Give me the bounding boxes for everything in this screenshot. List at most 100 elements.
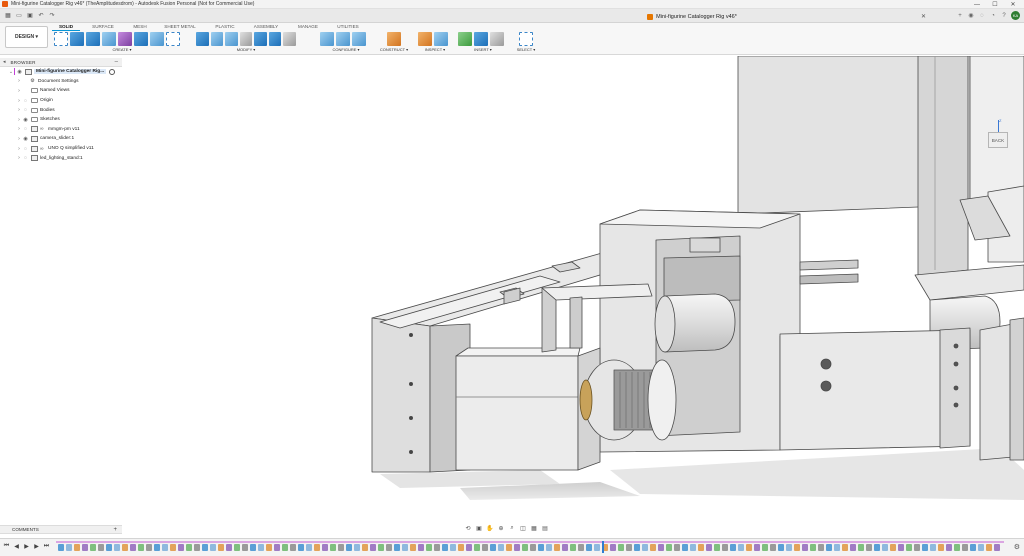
press-pull-icon[interactable]: [196, 31, 209, 46]
timeline-feature-icon[interactable]: [770, 544, 776, 551]
timeline-feature-icon[interactable]: [658, 544, 664, 551]
visibility-eye-icon[interactable]: ◌: [22, 146, 29, 152]
tab-manage[interactable]: MANAGE: [288, 23, 328, 31]
timeline-feature-icon[interactable]: [98, 544, 104, 551]
timeline-feature-icon[interactable]: [962, 544, 968, 551]
timeline-feature-icon[interactable]: [722, 544, 728, 551]
shell-icon[interactable]: [239, 31, 253, 46]
revolve-icon[interactable]: [86, 31, 100, 46]
timeline-feature-icon[interactable]: [298, 544, 304, 551]
zoom-icon[interactable]: ⊕: [497, 525, 505, 532]
timeline-feature-icon[interactable]: [106, 544, 112, 551]
timeline-feature-icon[interactable]: [434, 544, 440, 551]
timeline-feature-icon[interactable]: [530, 544, 536, 551]
insert-mesh-icon[interactable]: [490, 31, 504, 46]
timeline-feature-icon[interactable]: [154, 544, 160, 551]
model-canvas[interactable]: Z BACK: [0, 55, 1024, 522]
timeline-feature-icon[interactable]: [610, 544, 616, 551]
timeline-feature-icon[interactable]: [954, 544, 960, 551]
measure-icon[interactable]: [418, 31, 432, 46]
play-icon[interactable]: ▶: [23, 543, 30, 550]
timeline-feature-icon[interactable]: [650, 544, 656, 551]
activate-target-icon[interactable]: [109, 68, 116, 75]
timeline-feature-icon[interactable]: [914, 544, 920, 551]
pattern-icon[interactable]: [150, 31, 164, 46]
timeline-feature-icon[interactable]: [242, 544, 248, 551]
fit-icon[interactable]: ⌕: [508, 525, 516, 532]
visibility-eye-icon[interactable]: ◉: [22, 117, 29, 123]
browser-item-uno-q[interactable]: › ◌ ∞ UNO Q simplified v11: [0, 144, 122, 154]
split-body-icon[interactable]: [268, 31, 282, 46]
timeline-feature-icon[interactable]: [314, 544, 320, 551]
insert-menu[interactable]: INSERT ▾: [458, 47, 508, 52]
timeline-feature-icon[interactable]: [882, 544, 888, 551]
timeline-feature-icon[interactable]: [778, 544, 784, 551]
tab-sheet-metal[interactable]: SHEET METAL: [154, 23, 206, 31]
view-cube-face-back[interactable]: BACK: [988, 132, 1008, 148]
redo-icon[interactable]: ↷: [48, 12, 56, 19]
orbit-icon[interactable]: ⟲: [464, 525, 472, 532]
save-icon[interactable]: ▣: [26, 12, 34, 19]
timeline-feature-icon[interactable]: [418, 544, 424, 551]
timeline-feature-icon[interactable]: [538, 544, 544, 551]
timeline-feature-icon[interactable]: [706, 544, 712, 551]
timeline-feature-icon[interactable]: [338, 544, 344, 551]
insert-canvas-icon[interactable]: [474, 31, 488, 46]
timeline-feature-icon[interactable]: [570, 544, 576, 551]
timeline-feature-icon[interactable]: [626, 544, 632, 551]
visibility-eye-icon[interactable]: ◌: [22, 98, 29, 104]
timeline-feature-icon[interactable]: [690, 544, 696, 551]
pan-icon[interactable]: ✋: [486, 525, 494, 532]
timeline-feature-icon[interactable]: [970, 544, 976, 551]
timeline-feature-icon[interactable]: [594, 544, 600, 551]
timeline-feature-icon[interactable]: [162, 544, 168, 551]
timeline-feature-icon[interactable]: [850, 544, 856, 551]
browser-item-sketches[interactable]: › ◉ Sketches: [0, 115, 122, 125]
timeline-feature-icon[interactable]: [730, 544, 736, 551]
undo-icon[interactable]: ↶: [37, 12, 45, 19]
close-window-button[interactable]: ✕: [1004, 0, 1022, 9]
timeline-feature-icon[interactable]: [506, 544, 512, 551]
timeline-feature-icon[interactable]: [490, 544, 496, 551]
visibility-eye-icon[interactable]: ◌: [22, 155, 29, 161]
browser-collapse-icon[interactable]: –: [115, 59, 118, 65]
timeline-feature-icon[interactable]: [330, 544, 336, 551]
visibility-eye-icon[interactable]: ◉: [22, 136, 29, 142]
offset-plane-icon[interactable]: [387, 31, 401, 46]
timeline-feature-icon[interactable]: [586, 544, 592, 551]
browser-item-led-lighting-stand[interactable]: › ◌ led_lighting_stand:1: [0, 153, 122, 163]
timeline-feature-icon[interactable]: [442, 544, 448, 551]
timeline-feature-icon[interactable]: [810, 544, 816, 551]
timeline-feature-icon[interactable]: [562, 544, 568, 551]
timeline-feature-icon[interactable]: [178, 544, 184, 551]
document-tab[interactable]: Mini-figurine Catalogger Rig v46* ✕: [452, 10, 932, 23]
timeline-feature-icon[interactable]: [818, 544, 824, 551]
user-avatar[interactable]: KA: [1011, 11, 1020, 20]
timeline-feature-icon[interactable]: [226, 544, 232, 551]
timeline-feature-icon[interactable]: [194, 544, 200, 551]
comments-panel[interactable]: COMMENTS +: [0, 525, 122, 534]
timeline-feature-icon[interactable]: [922, 544, 928, 551]
inspect-menu[interactable]: INSPECT ▾: [418, 47, 452, 52]
timeline-feature-icon[interactable]: [322, 544, 328, 551]
browser-chevron-icon[interactable]: ◂: [3, 59, 6, 65]
browser-header[interactable]: ◂ BROWSER –: [0, 58, 122, 67]
timeline-feature-icon[interactable]: [274, 544, 280, 551]
browser-item-camera-slider[interactable]: › ◉ camera_slider:1: [0, 134, 122, 144]
timeline-feature-icon[interactable]: [498, 544, 504, 551]
timeline-feature-icon[interactable]: [186, 544, 192, 551]
timeline-feature-icon[interactable]: [282, 544, 288, 551]
timeline-feature-icon[interactable]: [874, 544, 880, 551]
browser-item-named-views[interactable]: › Named Views: [0, 86, 122, 96]
timeline-feature-icon[interactable]: [250, 544, 256, 551]
browser-item-mmgm-pm[interactable]: › ◌ ∞ mmgm-pm v11: [0, 125, 122, 135]
move-copy-icon[interactable]: [283, 31, 297, 46]
timeline-feature-icon[interactable]: [930, 544, 936, 551]
timeline-feature-icon[interactable]: [866, 544, 872, 551]
browser-root-item[interactable]: ⌄ ◉ Mini-figurine Catalogger Rig...: [0, 67, 122, 77]
timeline-feature-icon[interactable]: [122, 544, 128, 551]
browser-item-document-settings[interactable]: › ⚙ Document Settings: [0, 77, 122, 87]
view-cube[interactable]: Z BACK: [986, 118, 1010, 150]
construct-menu[interactable]: CONSTRUCT ▾: [376, 47, 412, 52]
create-menu[interactable]: CREATE ▾: [54, 47, 190, 52]
